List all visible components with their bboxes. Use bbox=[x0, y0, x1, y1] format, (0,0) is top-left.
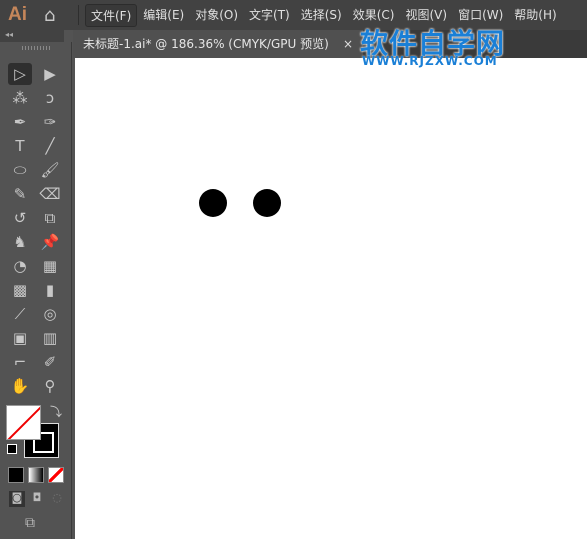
symbol-sprayer-tool-icon[interactable]: ▣ bbox=[8, 327, 32, 349]
column-graph-tool-icon[interactable]: ▥ bbox=[38, 327, 62, 349]
direct-selection-tool-icon[interactable]: ▶ bbox=[38, 63, 62, 85]
scale-tool-icon[interactable]: ⧉ bbox=[38, 207, 62, 229]
tab-title: 未标题-1.ai* @ 186.36% (CMYK/GPU 预览) bbox=[83, 37, 329, 51]
tools-panel: ▷ ▶ ⁂ ↄ ✒ ✑ T ╱ ⬭ 🖌 ✎ ⌫ ↺ ⧉ ♞ 📌 ◔ ▦ ▩ ▮ ⟋ ◎ ▣ ▥ ⌐ ✐ ✋ ⚲ bbox=[0, 42, 72, 539]
ellipse-tool-icon[interactable]: ⬭ bbox=[8, 159, 32, 181]
menu-item[interactable]: 文件(F) bbox=[85, 3, 138, 27]
app-logo: Ai bbox=[8, 4, 27, 25]
menu-item[interactable]: 编辑(E) bbox=[138, 4, 189, 27]
slice-tool-icon[interactable]: ✐ bbox=[38, 351, 62, 373]
pen-tool-icon[interactable]: ✒ bbox=[8, 111, 32, 133]
screen-mode-icon[interactable]: ⧉ bbox=[25, 515, 35, 531]
gradient-button[interactable] bbox=[28, 467, 44, 483]
magic-wand-tool-icon[interactable]: ⁂ bbox=[8, 87, 32, 109]
menu-item[interactable]: 文字(T) bbox=[244, 4, 295, 27]
eyedropper-tool-icon[interactable]: ⟋ bbox=[8, 303, 32, 325]
watermark-url: WWW.RJZXW.COM bbox=[362, 54, 498, 68]
panel-collapse-button[interactable]: ◂◂ bbox=[0, 30, 64, 42]
swap-colors-icon[interactable]: ⤵ bbox=[50, 403, 62, 420]
zoom-tool-icon[interactable]: ⚲ bbox=[38, 375, 62, 397]
blend-tool-icon[interactable]: ◎ bbox=[38, 303, 62, 325]
lasso-tool-icon[interactable]: ↄ bbox=[38, 87, 62, 109]
none-button[interactable] bbox=[48, 467, 64, 483]
draw-inside-icon[interactable]: ◌ bbox=[49, 491, 65, 507]
pencil-tool-icon[interactable]: ✎ bbox=[8, 183, 32, 205]
shape-builder-tool-icon[interactable]: ◔ bbox=[8, 255, 32, 277]
perspective-grid-tool-icon[interactable]: ▦ bbox=[38, 255, 62, 277]
selection-tool-icon[interactable]: ▷ bbox=[8, 63, 32, 85]
artboard-tool-icon[interactable]: ⌐ bbox=[8, 351, 32, 373]
line-tool-icon[interactable]: ╱ bbox=[38, 135, 62, 157]
close-tab-button[interactable]: × bbox=[343, 30, 353, 58]
menu-item[interactable]: 帮助(H) bbox=[509, 4, 561, 27]
document-tab[interactable]: 未标题-1.ai* @ 186.36% (CMYK/GPU 预览) bbox=[73, 30, 363, 58]
circle-shape[interactable] bbox=[199, 189, 227, 217]
menu-item[interactable]: 选择(S) bbox=[296, 4, 347, 27]
circle-shape[interactable] bbox=[253, 189, 281, 217]
panel-grip[interactable] bbox=[22, 46, 50, 50]
home-icon[interactable]: ⌂ bbox=[44, 5, 74, 26]
color-button[interactable] bbox=[8, 467, 24, 483]
fill-swatch[interactable] bbox=[6, 405, 41, 440]
draw-normal-icon[interactable]: ◙ bbox=[9, 491, 25, 507]
paintbrush-tool-icon[interactable]: 🖌 bbox=[38, 159, 62, 181]
type-tool-icon[interactable]: T bbox=[8, 135, 32, 157]
document-tab-bar: 未标题-1.ai* @ 186.36% (CMYK/GPU 预览) × bbox=[73, 30, 587, 58]
rotate-tool-icon[interactable]: ↺ bbox=[8, 207, 32, 229]
pin-tool-icon[interactable]: 📌 bbox=[38, 231, 62, 253]
divider bbox=[78, 5, 79, 25]
artboard-canvas[interactable] bbox=[75, 58, 587, 539]
hand-tool-icon[interactable]: ✋ bbox=[8, 375, 32, 397]
puppet-warp-tool-icon[interactable]: ♞ bbox=[8, 231, 32, 253]
menu-item[interactable]: 对象(O) bbox=[190, 4, 243, 27]
default-colors-icon[interactable] bbox=[7, 444, 17, 454]
curvature-tool-icon[interactable]: ✑ bbox=[38, 111, 62, 133]
eraser-tool-icon[interactable]: ⌫ bbox=[38, 183, 62, 205]
draw-behind-icon[interactable]: ◘ bbox=[29, 491, 45, 507]
mesh-tool-icon[interactable]: ▩ bbox=[8, 279, 32, 301]
gradient-tool-icon[interactable]: ▮ bbox=[38, 279, 62, 301]
